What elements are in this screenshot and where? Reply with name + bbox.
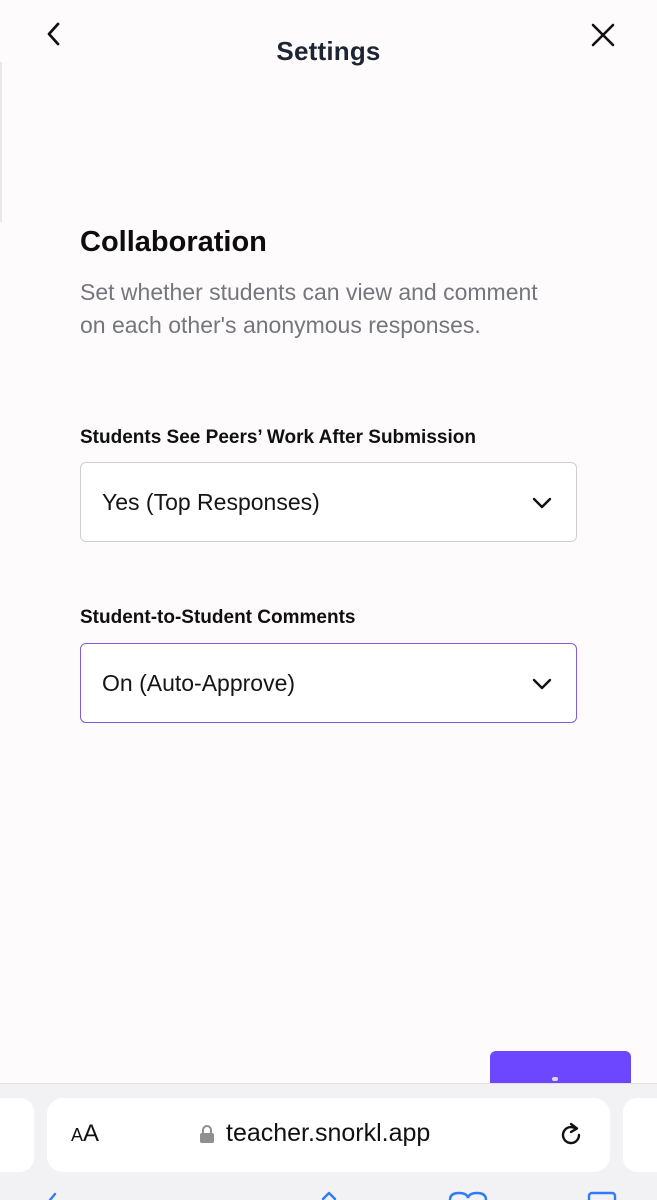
settings-screen: Settings Collaboration Set whether stude… — [0, 0, 657, 1200]
bookmarks-icon[interactable] — [447, 1190, 489, 1200]
reload-icon[interactable] — [556, 1120, 586, 1150]
browser-toolbar — [0, 1190, 657, 1200]
comments-label: Student-to-Student Comments — [80, 607, 356, 628]
comments-select[interactable]: On (Auto-Approve) — [80, 643, 577, 723]
text-size-large-glyph: A — [83, 1120, 100, 1147]
share-icon[interactable] — [314, 1190, 344, 1200]
lock-icon — [200, 1125, 214, 1143]
section-description: Set whether students can view and commen… — [80, 279, 538, 338]
chevron-down-icon — [532, 678, 552, 690]
text-size-button[interactable]: A A — [71, 1120, 111, 1152]
section-title: Collaboration — [80, 226, 267, 258]
peers-work-select[interactable]: Yes (Top Responses) — [80, 462, 577, 542]
button-label-fragment — [552, 1077, 558, 1081]
chevron-down-icon — [532, 497, 552, 509]
close-icon — [591, 23, 615, 47]
tabs-icon[interactable] — [586, 1190, 618, 1200]
peers-work-label: Students See Peers’ Work After Submissio… — [80, 427, 476, 448]
comments-select-value: On (Auto-Approve) — [102, 669, 296, 696]
text-size-small-glyph: A — [71, 1125, 84, 1145]
close-button[interactable] — [584, 16, 622, 54]
page-title: Settings — [276, 36, 381, 66]
address-field[interactable]: A A teacher.snorkl.app — [47, 1098, 610, 1172]
peers-work-select-value: Yes (Top Responses) — [102, 488, 320, 515]
back-nav-icon[interactable] — [40, 1190, 70, 1200]
browser-address-bar: A A teacher.snorkl.app — [0, 1083, 657, 1200]
header: Settings — [0, 0, 657, 100]
previous-tab-peek[interactable] — [0, 1098, 34, 1172]
url-text[interactable]: teacher.snorkl.app — [226, 1119, 430, 1148]
next-tab-peek[interactable] — [623, 1098, 657, 1172]
